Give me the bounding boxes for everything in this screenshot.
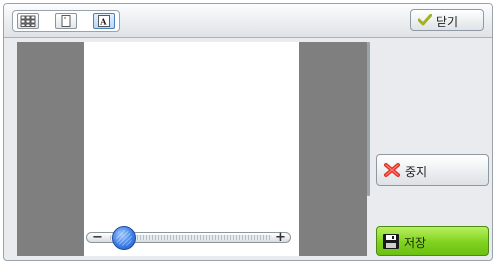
save-label: 저장 <box>404 236 427 250</box>
svg-text:A: A <box>99 17 107 27</box>
view-mode-group: A <box>12 10 120 32</box>
preview-page <box>84 42 299 256</box>
text-page-view-icon: A <box>98 15 110 27</box>
stop-button[interactable]: 중지 <box>376 154 489 186</box>
preview-window: A 닫기 − + 중지 저장 <box>3 3 493 261</box>
text-page-view-button[interactable]: A <box>93 13 115 29</box>
toolbar: A 닫기 <box>4 4 492 38</box>
thumbnail-grid-view-button[interactable] <box>17 13 39 29</box>
zoom-in-icon[interactable]: + <box>275 231 286 244</box>
save-button[interactable]: 저장 <box>376 226 489 256</box>
vertical-scrollbar[interactable] <box>367 42 370 196</box>
single-page-view-icon <box>61 15 71 27</box>
stop-x-icon <box>384 163 400 177</box>
close-button[interactable]: 닫기 <box>410 9 484 31</box>
preview-area[interactable] <box>17 42 367 256</box>
stop-label: 중지 <box>405 165 428 179</box>
zoom-out-icon[interactable]: − <box>92 231 103 244</box>
thumbnail-grid-view-icon <box>20 15 36 27</box>
single-page-view-button[interactable] <box>55 13 77 29</box>
floppy-disk-icon <box>383 234 399 249</box>
close-label: 닫기 <box>436 15 459 29</box>
checkmark-icon <box>418 14 432 26</box>
